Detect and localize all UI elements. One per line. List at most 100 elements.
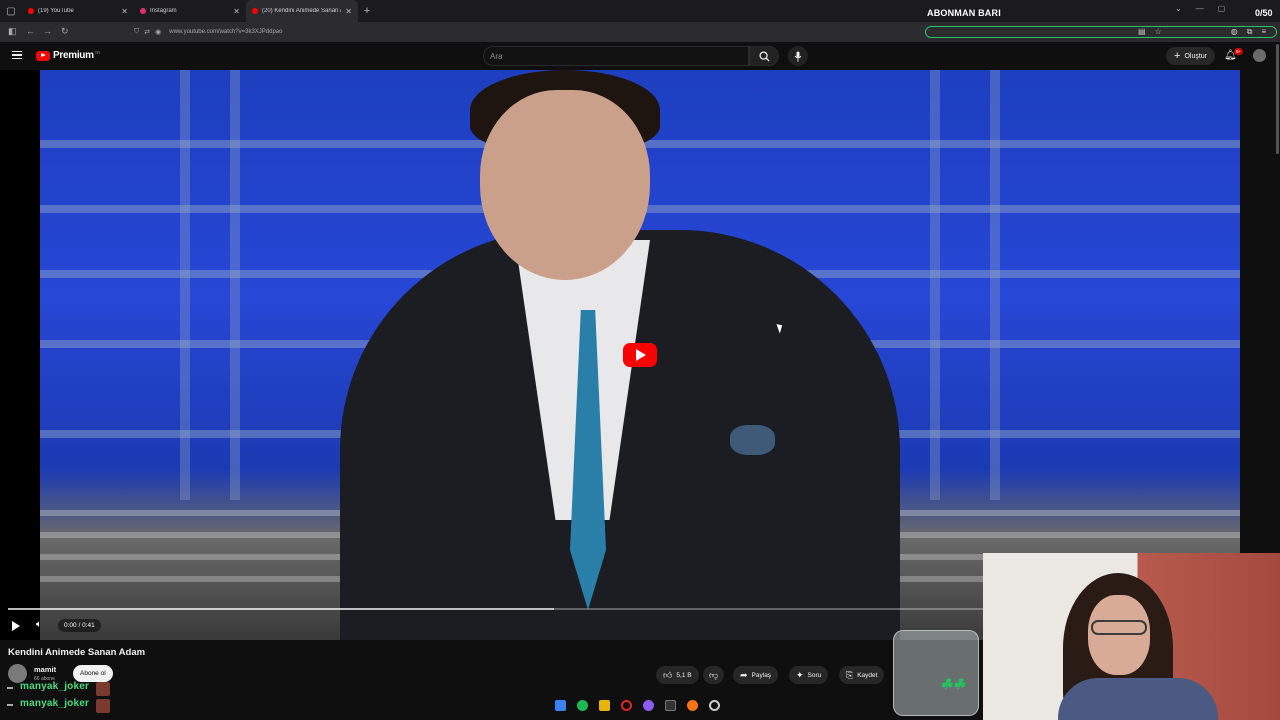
pocket-square [730, 425, 775, 455]
url-field[interactable]: ⛉ ⇄ ◉ www.youtube.com/watch?v=3k3XJPddpa… [134, 25, 924, 39]
share-icon: ➦ [740, 669, 748, 680]
chat-username: manyak_joker [20, 681, 90, 692]
streamer-body [1058, 678, 1218, 720]
close-icon[interactable]: ✕ [233, 7, 240, 16]
back-icon[interactable]: ← [26, 26, 35, 36]
create-button[interactable]: + Oluştur [1166, 47, 1215, 65]
spotify-icon[interactable] [577, 700, 588, 711]
menu-icon[interactable]: ≡ [1261, 27, 1266, 37]
chat-badge-icon [96, 699, 110, 713]
volume-icon[interactable]: 🔈︎ [36, 619, 42, 630]
bookmark-icon: ⎘ [846, 669, 854, 680]
ask-label: Soru [807, 671, 822, 679]
hamburger-menu-icon[interactable] [12, 51, 22, 59]
sparkle-icon: ✦ [796, 669, 804, 680]
save-label: Kaydet [857, 671, 878, 679]
window-controls: ⌄ — ▢ [1175, 4, 1225, 13]
streamer-glasses [1091, 620, 1147, 635]
tab-youtube[interactable]: (19) YouTube ✕ [22, 0, 134, 22]
shamrock-icon: ☘☘ [940, 676, 966, 692]
youtube-favicon-icon [252, 8, 258, 14]
presenter-face [480, 90, 650, 280]
instagram-favicon-icon [140, 8, 146, 14]
page-scrollbar[interactable] [1276, 44, 1279, 154]
chat-username: manyak_joker [20, 698, 90, 709]
seek-bar[interactable] [8, 608, 983, 610]
backdrop-line [930, 70, 940, 500]
logo-country: TR [94, 50, 101, 55]
channel-name[interactable]: mamit [34, 665, 56, 674]
browser-tab-bar: ▢ (19) YouTube ✕ Instagram ✕ (20) Kendin… [0, 0, 1280, 22]
permissions-icon[interactable]: ⇄ [144, 28, 150, 36]
search-button[interactable] [749, 46, 779, 66]
extensions-icon[interactable]: ⧉ [1247, 27, 1253, 37]
url-text: www.youtube.com/watch?v=3k3XJPddpao [169, 29, 283, 35]
thumbs-up-icon: 👍︎ [663, 669, 673, 680]
taskbar [555, 700, 720, 711]
subscribe-button[interactable]: Abone ol [73, 665, 113, 682]
maximize-icon[interactable]: ▢ [1218, 4, 1226, 13]
chat-marker [7, 687, 13, 689]
webcam-feed [983, 553, 1280, 720]
firefox-icon[interactable] [687, 700, 698, 711]
reload-icon[interactable]: ↻ [61, 26, 69, 37]
account-icon[interactable]: ◍ [1231, 27, 1238, 37]
youtube-play-logo-icon [36, 50, 50, 61]
search-input[interactable]: Ara [483, 46, 749, 66]
tab-label: (20) Kendini Animede Sanan Ad [262, 8, 342, 14]
tab-instagram[interactable]: Instagram ✕ [134, 0, 246, 22]
discord-icon[interactable] [643, 700, 654, 711]
create-label: Oluştur [1184, 52, 1207, 60]
logo-text: Premium [53, 50, 94, 61]
youtube-logo[interactable]: Premium TR [36, 50, 100, 61]
tab-label: Instagram [150, 8, 177, 14]
terminal-icon[interactable] [665, 700, 676, 711]
obs-icon[interactable] [709, 700, 720, 711]
dislike-button[interactable]: 👎︎ [703, 666, 725, 684]
windows-icon[interactable] [555, 700, 566, 711]
big-play-icon[interactable] [623, 343, 657, 367]
close-icon[interactable]: ✕ [345, 7, 352, 16]
voice-search-button[interactable] [788, 46, 808, 66]
youtube-favicon-icon [28, 8, 34, 14]
folder-icon[interactable] [599, 700, 610, 711]
backdrop-line [230, 70, 240, 500]
play-icon[interactable] [12, 621, 20, 631]
workspace-icon[interactable]: ▢ [0, 0, 22, 22]
video-title: Kendini Animede Sanan Adam [8, 647, 146, 658]
account-avatar[interactable] [1253, 49, 1266, 62]
backdrop-line [180, 70, 190, 500]
time-display: 0:00 / 0:41 [58, 619, 101, 632]
lock-icon: ◉ [155, 29, 162, 36]
subscription-bar-title: ABONMAN BARI [927, 8, 1001, 18]
subscription-count: 0/50 [1255, 8, 1273, 18]
sidebar-toggle-icon[interactable]: ◧ [8, 26, 17, 37]
bookmark-star-icon[interactable]: ☆ [1155, 27, 1162, 37]
thumbs-down-icon: 👎︎ [709, 669, 719, 680]
chevron-down-icon[interactable]: ⌄ [1175, 4, 1182, 13]
share-label: Paylaş [751, 671, 772, 679]
like-button[interactable]: 👍︎ 5,1 B [656, 666, 699, 684]
ask-button[interactable]: ✦ Soru [789, 666, 829, 684]
minimize-icon[interactable]: — [1196, 4, 1204, 13]
close-icon[interactable]: ✕ [121, 7, 128, 16]
backdrop-line [990, 70, 1000, 500]
chat-marker [7, 704, 13, 706]
plus-icon: + [1174, 50, 1181, 62]
opera-icon[interactable] [621, 700, 632, 711]
forward-icon[interactable]: → [43, 26, 52, 36]
chat-badge-icon [96, 682, 110, 696]
new-tab-button[interactable]: + [358, 5, 376, 17]
microphone-icon [794, 51, 802, 61]
streamer-face [1088, 595, 1150, 675]
save-button[interactable]: ⎘ Kaydet [839, 666, 885, 684]
share-button[interactable]: ➦ Paylaş [733, 666, 779, 684]
search-icon [758, 50, 770, 62]
extension-icons: ▤ ☆ ◍ ⧉ ≡ [1138, 27, 1266, 37]
reader-icon[interactable]: ▤ [1138, 27, 1146, 37]
like-count: 5,1 B [676, 671, 692, 679]
notification-badge: 9+ [1234, 48, 1244, 55]
seek-buffered [8, 608, 554, 610]
overlay-mug-widget [893, 630, 979, 716]
tab-video[interactable]: (20) Kendini Animede Sanan Ad ✕ [246, 0, 358, 22]
